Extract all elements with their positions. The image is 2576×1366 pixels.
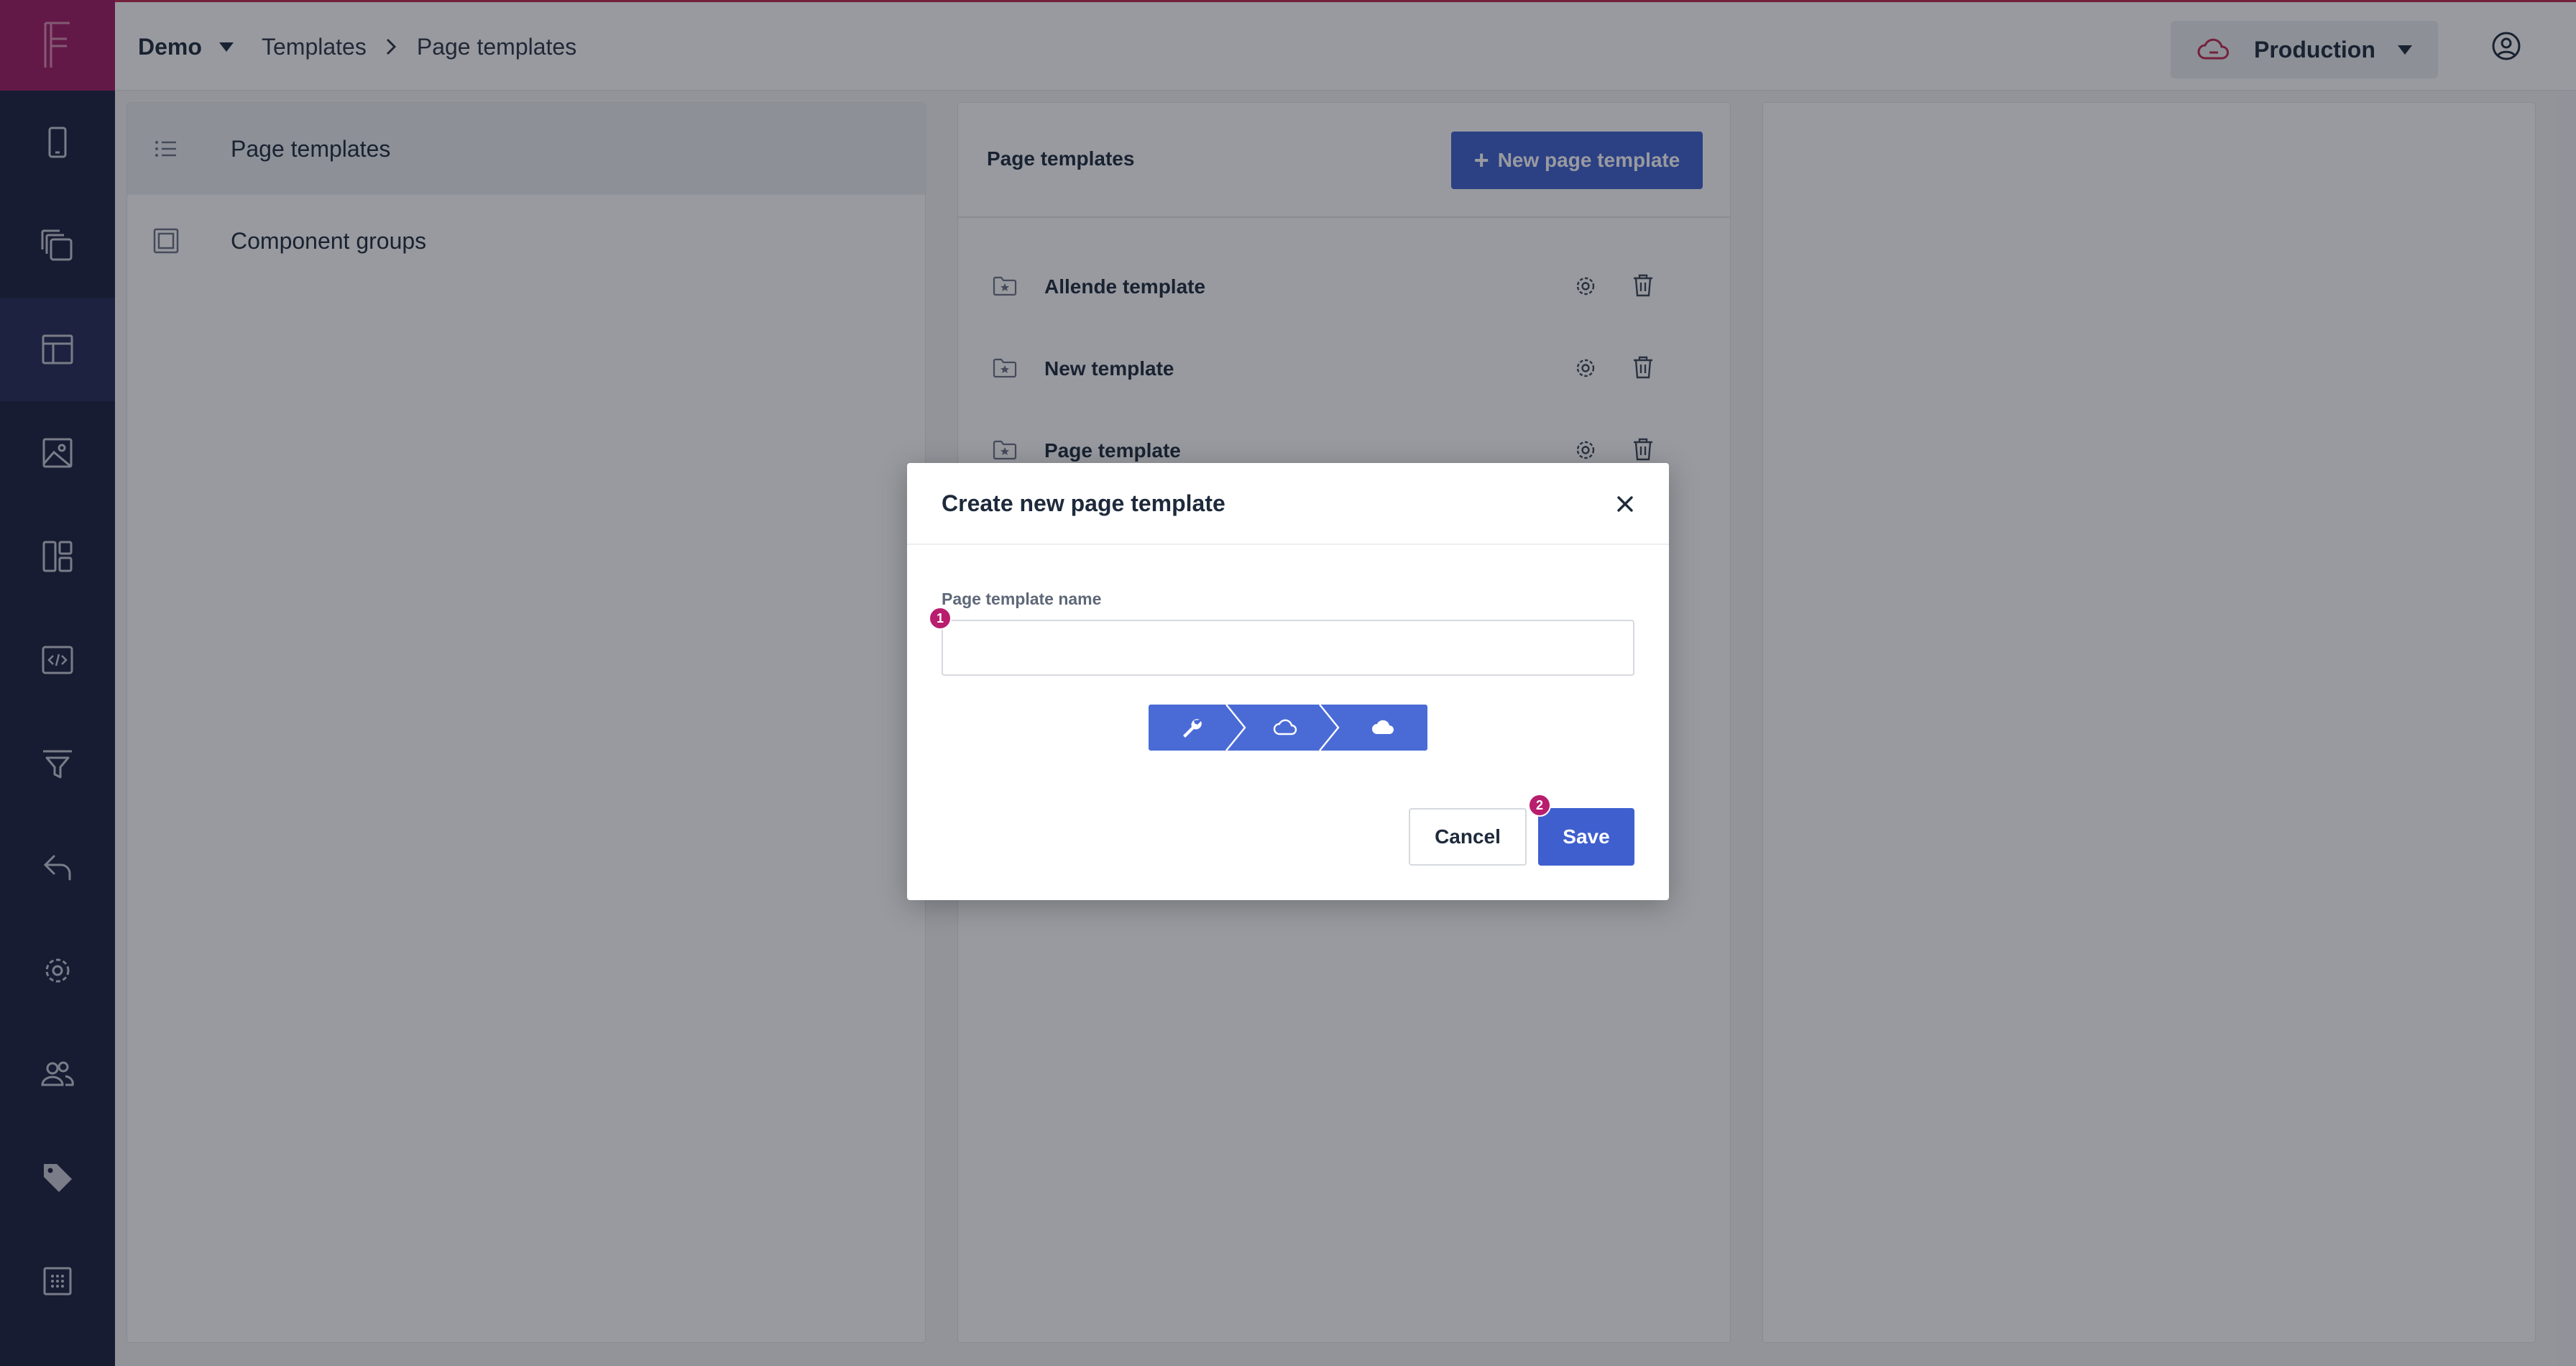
dialog-title: Create new page template bbox=[942, 490, 1225, 516]
page-template-name-label: Page template name bbox=[942, 590, 1102, 608]
step-marker-2: 2 bbox=[1528, 794, 1551, 817]
cloud-outline-icon bbox=[1273, 719, 1297, 735]
create-page-template-dialog: Create new page template Page template n… bbox=[907, 463, 1669, 900]
stepper-step-production[interactable] bbox=[1338, 705, 1427, 751]
stepper-step-preview[interactable] bbox=[1242, 705, 1328, 751]
chevron-divider-icon bbox=[1319, 705, 1340, 751]
wrench-icon bbox=[1183, 719, 1202, 738]
environment-stepper bbox=[1149, 705, 1427, 751]
step-marker-1: 1 bbox=[929, 607, 952, 630]
close-icon[interactable] bbox=[1614, 493, 1636, 515]
save-button[interactable]: Save bbox=[1538, 808, 1634, 866]
cancel-button[interactable]: Cancel bbox=[1409, 808, 1527, 866]
cloud-filled-icon bbox=[1372, 720, 1394, 734]
page-template-name-input[interactable] bbox=[942, 620, 1634, 676]
dialog-header: Create new page template bbox=[907, 463, 1669, 545]
stepper-step-draft[interactable] bbox=[1149, 705, 1235, 751]
